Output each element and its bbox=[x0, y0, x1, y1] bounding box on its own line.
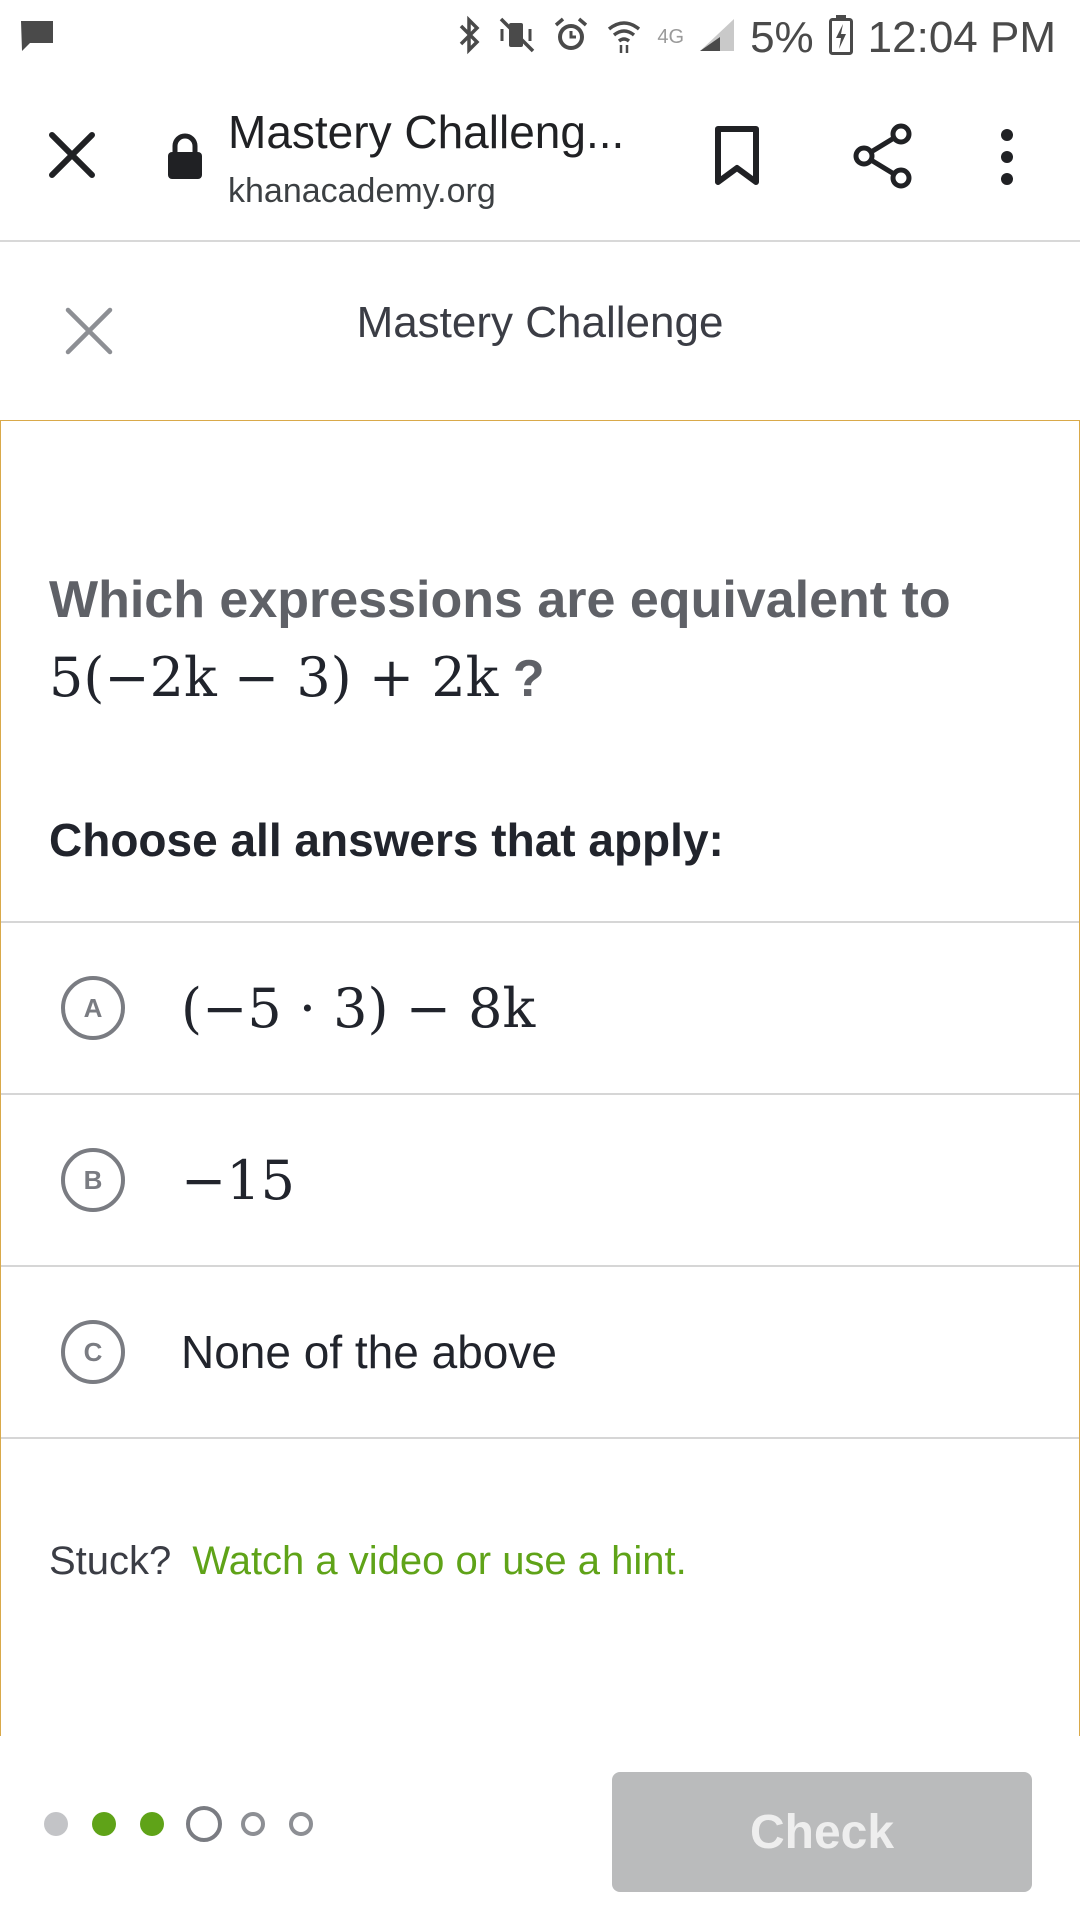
hint-link[interactable]: Watch a video or use a hint. bbox=[192, 1539, 686, 1583]
choice-text: None of the above bbox=[181, 1326, 557, 1378]
instruction-text: Choose all answers that apply: bbox=[49, 814, 724, 866]
question-expression: 5(−2k − 3) + 2k bbox=[49, 646, 499, 709]
choice-b[interactable]: B −15 bbox=[1, 1093, 1079, 1265]
progress-dot bbox=[92, 1812, 116, 1836]
choice-letter-badge: B bbox=[61, 1148, 125, 1212]
question-card: Which expressions are equivalent to 5(−2… bbox=[0, 420, 1080, 1738]
share-icon[interactable] bbox=[852, 123, 914, 194]
message-icon bbox=[18, 18, 56, 59]
progress-dot bbox=[241, 1812, 265, 1836]
choice-letter-badge: A bbox=[61, 976, 125, 1040]
browser-url[interactable]: khanacademy.org bbox=[228, 172, 496, 211]
stuck-help: Stuck? Watch a video or use a hint. bbox=[49, 1539, 687, 1584]
bookmark-icon[interactable] bbox=[712, 125, 762, 192]
battery-charging-icon bbox=[828, 14, 854, 61]
progress-dot-current bbox=[186, 1806, 222, 1842]
battery-level: 5% bbox=[750, 12, 814, 62]
question-suffix: ? bbox=[498, 650, 545, 708]
progress-dot bbox=[44, 1812, 68, 1836]
choice-a[interactable]: A (−5 · 3) − 8k bbox=[1, 921, 1079, 1093]
page-title: Mastery Challenge bbox=[356, 298, 724, 347]
page-header: Mastery Challenge bbox=[0, 242, 1080, 420]
browser-toolbar: Mastery Challeng... khanacademy.org bbox=[0, 75, 1080, 242]
footer-bar: Check bbox=[0, 1736, 1080, 1920]
choice-c[interactable]: C None of the above bbox=[1, 1265, 1079, 1439]
vibrate-mute-icon bbox=[497, 15, 537, 60]
network-type: 4G bbox=[657, 26, 685, 48]
close-tab-icon[interactable] bbox=[42, 125, 102, 185]
question-text: Which expressions are equivalent to bbox=[49, 571, 951, 629]
bluetooth-icon bbox=[457, 15, 483, 60]
more-options-icon[interactable] bbox=[995, 127, 1019, 192]
progress-dot bbox=[140, 1812, 164, 1836]
browser-page-title: Mastery Challeng... bbox=[228, 106, 625, 158]
alarm-icon bbox=[551, 15, 591, 60]
stuck-label: Stuck? bbox=[49, 1539, 172, 1583]
check-button[interactable]: Check bbox=[612, 1772, 1032, 1892]
lock-icon[interactable] bbox=[165, 133, 205, 186]
choice-letter-badge: C bbox=[61, 1320, 125, 1384]
progress-dot bbox=[289, 1812, 313, 1836]
wifi-icon bbox=[605, 15, 643, 60]
question-prompt: Which expressions are equivalent to 5(−2… bbox=[49, 561, 1039, 718]
choice-text: −15 bbox=[181, 1148, 295, 1212]
clock: 12:04 PM bbox=[867, 12, 1056, 62]
status-bar: 4G 5% 12:04 PM bbox=[0, 0, 1080, 75]
choice-text: (−5 · 3) − 8k bbox=[181, 976, 536, 1040]
answer-choices: A (−5 · 3) − 8k B −15 C None of the abov… bbox=[1, 921, 1079, 1439]
signal-icon bbox=[698, 17, 736, 58]
